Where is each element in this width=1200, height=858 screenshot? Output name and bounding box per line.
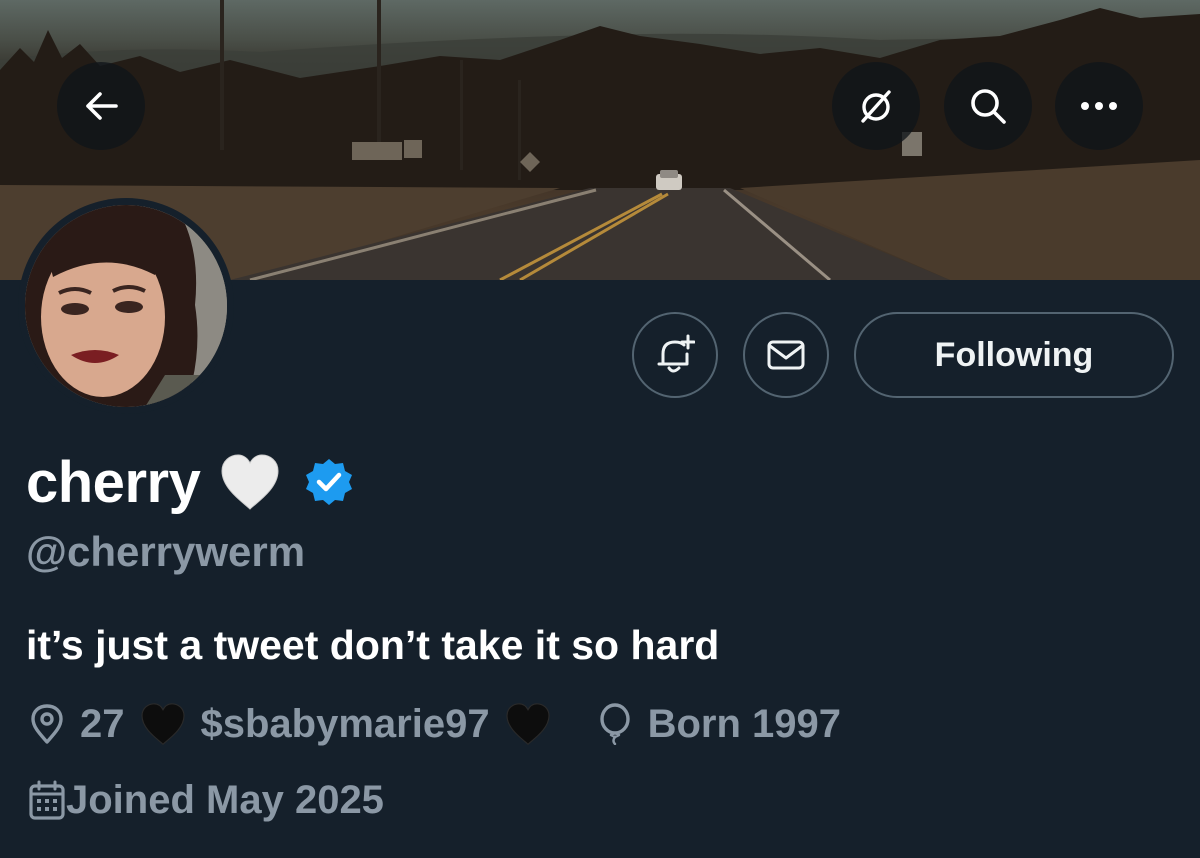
avatar[interactable] [18,198,234,414]
notifications-button[interactable] [632,312,718,398]
envelope-icon [767,340,805,370]
avatar-portrait [25,205,227,407]
search-icon [971,89,1006,124]
white-heart-icon [221,454,279,510]
display-name: cherry [26,449,201,515]
profile-page: Following cherry @cherrywerm it’s just a… [0,0,1200,858]
location-number: 27 [80,701,125,746]
more-dots-icon [1081,102,1117,110]
profile-bio: it’s just a tweet don’t take it so hard [26,622,720,668]
avatar-photo [25,205,227,407]
balloon-icon [599,703,630,745]
verified-badge-icon [306,459,353,505]
grok-button[interactable] [832,62,920,150]
profile-meta-row: 27 $sbabymarie97 Born 1997 [28,696,841,752]
grok-slash-circle-icon [861,90,891,123]
calendar-icon [29,780,65,820]
display-name-row: cherry [26,446,354,518]
black-heart-icon [506,703,550,746]
joined-row: Joined May 2025 [28,772,384,828]
bell-plus-icon [657,334,695,373]
user-handle: @cherrywerm [26,528,306,575]
joined-date: Joined May 2025 [66,777,384,822]
birthday-text: Born 1997 [647,701,842,746]
more-options-button[interactable] [1055,62,1143,150]
black-heart-icon [140,703,185,746]
location-pin-icon [31,704,63,744]
location-cashtag: $sbabymarie97 [200,701,490,746]
back-button[interactable] [57,62,145,150]
search-button[interactable] [944,62,1032,150]
following-button[interactable]: Following [854,312,1174,398]
arrow-left-icon [86,92,118,120]
message-button[interactable] [743,312,829,398]
